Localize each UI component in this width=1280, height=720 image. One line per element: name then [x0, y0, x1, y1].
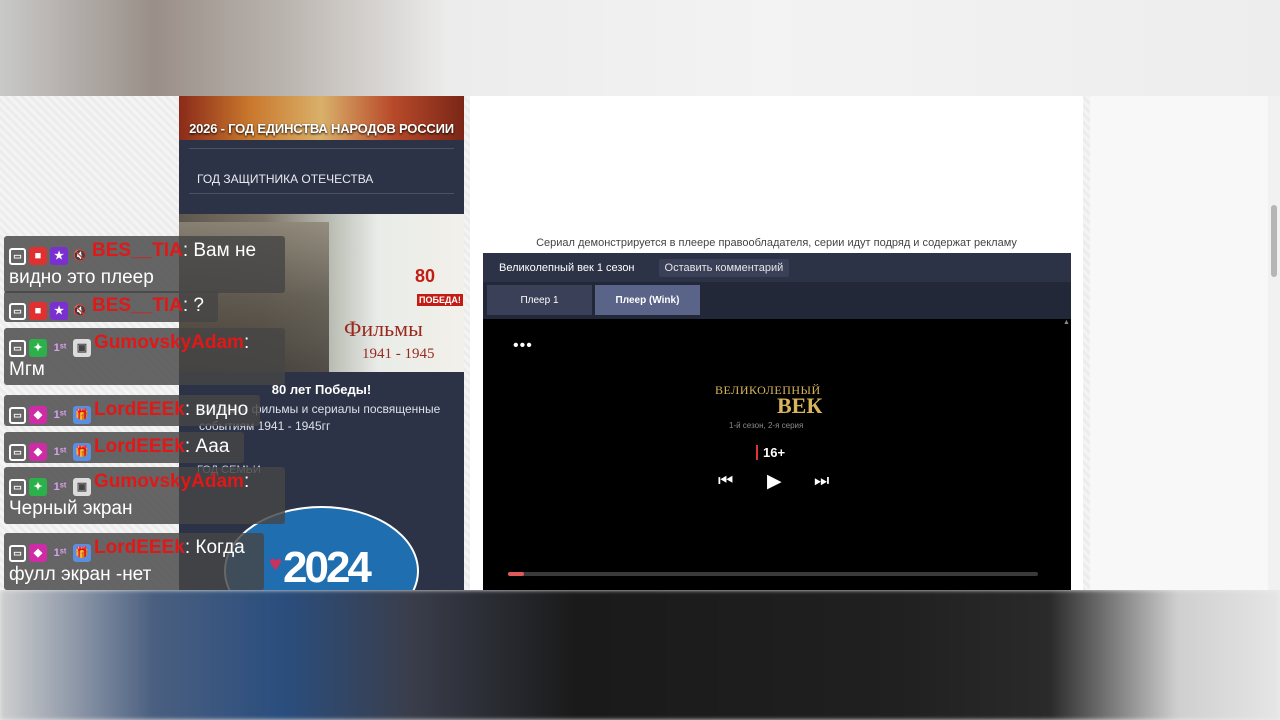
chat-username[interactable]: LordEEEk — [94, 537, 185, 558]
first-badge-icon: 1ˢᵗ — [53, 342, 67, 354]
chat-username[interactable]: BES__TIA — [92, 295, 183, 316]
scroll-up-icon[interactable]: ▲ — [1063, 319, 1070, 326]
age-rating: 16+ — [756, 445, 785, 460]
star-icon: ★ — [50, 302, 68, 320]
progress-bar[interactable] — [508, 572, 1038, 576]
right-panel — [1090, 96, 1268, 590]
star-icon: ★ — [50, 247, 68, 265]
chat-text: : ? — [182, 295, 204, 316]
first-badge-icon: 1ˢᵗ — [53, 481, 67, 493]
bits-icon: ✦ — [29, 339, 47, 357]
gift-icon: 🎁 — [73, 544, 91, 562]
play-icon[interactable]: ▶ — [767, 470, 782, 493]
mute-icon: 🔇 — [73, 305, 87, 317]
leave-comment-link[interactable]: Оставить комментарий — [658, 258, 790, 277]
twitch-icon: ▭ — [9, 303, 26, 320]
chat-message: ▭ ✦ 1ˢᵗ ▣ GumovskyAdam: Черный экран — [4, 467, 285, 524]
year-2024-text: 2024 — [283, 543, 372, 590]
twitch-icon: ▭ — [9, 479, 26, 496]
menu-dots-icon[interactable]: ••• — [513, 337, 533, 355]
chat-username[interactable]: GumovskyAdam — [94, 471, 244, 492]
show-episode: 1-й сезон, 2-я серия — [729, 421, 804, 430]
mute-icon: 🔇 — [73, 250, 87, 262]
player-screen[interactable]: ▲ ••• ВЕЛИКОЛЕПНЫЙ ВЕК 1-й сезон, 2-я се… — [483, 319, 1071, 590]
scrollbar[interactable] — [1268, 96, 1280, 590]
chat-text: : видно — [184, 399, 249, 420]
chat-username[interactable]: LordEEEk — [94, 436, 185, 457]
sub-icon: ◆ — [29, 443, 47, 461]
twitch-icon: ▭ — [9, 444, 26, 461]
chat-username[interactable]: LordEEEk — [94, 399, 185, 420]
stream-chat: ▭ ■ ★ 🔇 BES__TIA: Вам не видно это плеер ▭ ■ ★… — [0, 236, 290, 592]
player-notice: Сериал демонстрируется в плеере правообл… — [536, 237, 1017, 249]
chat-message: ▭ ◆ 1ˢᵗ 🎁 LordEEEk: Ааа — [4, 432, 244, 463]
chat-username[interactable]: BES__TIA — [92, 240, 183, 261]
chat-message: ▭ ◆ 1ˢᵗ 🎁 LordEEEk: видно — [4, 395, 260, 426]
heading-defender-year[interactable]: ГОД ЗАЩИТНИКА ОТЕЧЕСТВА — [179, 157, 464, 201]
gift-icon: 🎁 — [73, 406, 91, 424]
pobeda-word: ПОБЕДА! — [417, 294, 463, 306]
pobeda-number: 80 — [415, 266, 436, 286]
chat-username[interactable]: GumovskyAdam — [94, 332, 244, 353]
show-logo-main: ВЕК — [777, 393, 823, 418]
chat-message: ▭ ✦ 1ˢᵗ ▣ GumovskyAdam: Мгм — [4, 328, 285, 385]
divider — [189, 148, 454, 149]
sub-icon: ◆ — [29, 406, 47, 424]
camera-icon: ■ — [29, 247, 47, 265]
twitch-icon: ▭ — [9, 340, 26, 357]
bits-icon: ✦ — [29, 478, 47, 496]
camera-icon: ■ — [29, 302, 47, 320]
chat-text: : Ааа — [184, 436, 230, 457]
first-badge-icon: 1ˢᵗ — [53, 446, 67, 458]
twitch-icon: ▭ — [9, 407, 26, 424]
divider — [189, 193, 454, 194]
blurred-top-background — [0, 0, 1280, 96]
gift-icon: 🎁 — [73, 443, 91, 461]
main-content: Сериал демонстрируется в плеере правообл… — [470, 96, 1083, 590]
previous-icon[interactable]: ⏮ — [718, 471, 733, 491]
chat-message: ▭ ■ ★ 🔇 BES__TIA: Вам не видно это плеер — [4, 236, 285, 293]
tab-player-1[interactable]: Плеер 1 — [487, 285, 592, 315]
first-badge-icon: 1ˢᵗ — [53, 409, 67, 421]
films-years: 1941 - 1945 — [362, 346, 435, 362]
twitch-icon: ▭ — [9, 248, 26, 265]
chat-message: ▭ ◆ 1ˢᵗ 🎁 LordEEEk: Когда фулл экран -нет — [4, 533, 264, 590]
tab-player-wink[interactable]: Плеер (Wink) — [595, 285, 700, 315]
blurred-bottom-background — [0, 590, 1280, 720]
chat-message: ▭ ■ ★ 🔇 BES__TIA: ? — [4, 291, 218, 322]
badge-icon: ▣ — [73, 478, 91, 496]
player-tabs: Плеер 1 Плеер (Wink) — [483, 282, 1071, 319]
banner-2026[interactable]: 2026 - ГОД ЕДИНСТВА НАРОДОВ РОССИИ — [179, 96, 464, 140]
scrollbar-thumb[interactable] — [1271, 205, 1277, 277]
first-badge-icon: 1ˢᵗ — [53, 547, 67, 559]
films-title: Фильмы — [344, 316, 423, 341]
sub-icon: ◆ — [29, 544, 47, 562]
video-player: Великолепный век 1 сезон Оставить коммен… — [483, 253, 1071, 590]
player-header: Великолепный век 1 сезон Оставить коммен… — [483, 253, 1071, 282]
progress-fill — [508, 572, 524, 576]
badge-icon: ▣ — [73, 339, 91, 357]
player-title: Великолепный век 1 сезон — [499, 261, 635, 274]
banner-2026-text: 2026 - ГОД ЕДИНСТВА НАРОДОВ РОССИИ — [189, 121, 454, 136]
next-icon[interactable]: ⏭ — [814, 471, 829, 491]
twitch-icon: ▭ — [9, 545, 26, 562]
